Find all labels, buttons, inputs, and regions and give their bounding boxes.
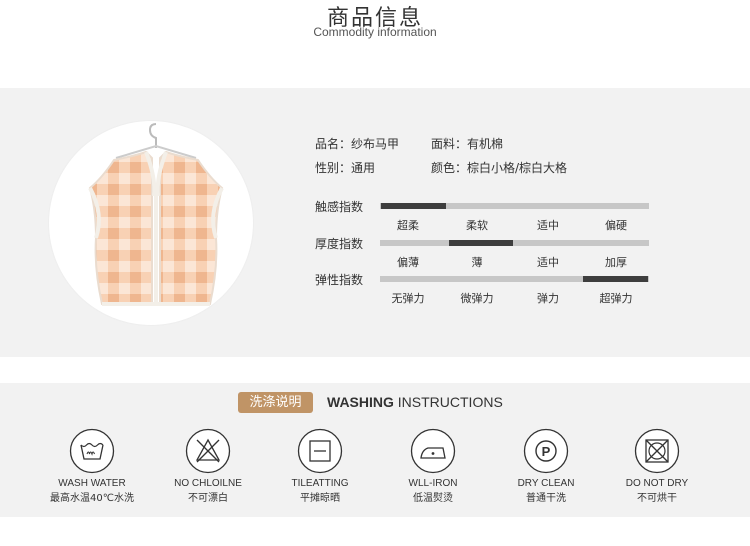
scale-softness-option: 适中 [537,219,559,232]
section-subtitle: Commodity information [313,25,437,39]
vest-garment-icon [88,123,224,306]
scale-elasticity-option: 微弹力 [460,292,494,305]
washing-title-bold: WASHING [327,394,394,410]
spec-gender-label: 性别： [315,161,352,175]
care-item-en: DRY CLEAN [517,478,575,489]
spec-gender: 性别：通用 [315,159,375,176]
washing-badge: 洗涤说明 [238,392,313,413]
low-iron-icon [410,428,456,474]
scale-thickness-bar [380,240,649,246]
dry-clean-icon: P [523,428,569,474]
no-tumble-dry-icon [634,428,680,474]
scale-elasticity-option: 无弹力 [391,292,425,305]
care-item-cn: 低温熨烫 [413,493,453,504]
wash-water-icon [69,428,115,474]
care-item-cn: 最高水温40℃水洗 [50,493,134,504]
washing-instructions-panel: 洗涤说明 WASHING INSTRUCTIONS WASH WATER 最高水… [0,383,750,517]
care-item-cn: 普通干洗 [526,493,566,504]
care-item-en: WASH WATER [58,478,126,489]
care-item-no-dry: DO NOT DRY 不可烘干 [602,428,712,504]
care-item-low-iron: WLL-IRON 低温熨烫 [378,428,488,504]
scale-softness-option: 柔软 [466,219,488,232]
product-info-panel: 品名：纱布马甲 面料：有机棉 性别：通用 颜色：棕白小格/棕白大格 触感指数 超… [0,88,750,357]
spec-fabric-value: 有机棉 [467,137,504,151]
scale-softness-option: 超柔 [397,219,419,232]
spec-fabric-label: 面料： [431,137,468,151]
scale-softness-bar [380,203,649,209]
flat-dry-icon [297,428,343,474]
scale-elasticity-option: 超弹力 [599,292,633,305]
scale-thickness-option: 适中 [537,256,559,269]
scale-softness-label: 触感指数 [315,200,364,214]
spec-gender-value: 通用 [351,161,376,175]
care-item-flat-dry: TILEATTING 平摊晾晒 [265,428,375,504]
care-item-en: TILEATTING [291,478,349,489]
scale-thickness-fill [448,240,514,246]
scale-elasticity-option: 弹力 [537,292,559,305]
care-item-no-bleach: NO CHLOILNE 不可漂白 [153,428,263,504]
no-bleach-icon [185,428,231,474]
spec-color-label: 颜色： [431,161,468,175]
scale-thickness-option: 偏薄 [397,256,419,269]
scale-elasticity-label: 弹性指数 [315,273,364,287]
care-item-dry-clean: P DRY CLEAN 普通干洗 [491,428,601,504]
section-header: 商品信息 Commodity information [0,0,750,88]
spec-name: 品名：纱布马甲 [315,135,399,152]
care-item-en: NO CHLOILNE [174,478,242,489]
washing-title-rest: INSTRUCTIONS [393,394,503,410]
scale-elasticity-bar [380,276,649,282]
svg-text:P: P [542,444,551,459]
care-item-en: DO NOT DRY [625,478,689,489]
spec-name-value: 纱布马甲 [351,137,400,151]
care-item-en: WLL-IRON [408,478,458,489]
care-item-wash: WASH WATER 最高水温40℃水洗 [37,428,147,504]
washing-title: WASHING INSTRUCTIONS [327,394,503,410]
scale-thickness-option: 薄 [471,256,483,269]
spec-fabric: 面料：有机棉 [431,135,503,152]
spec-color: 颜色：棕白小格/棕白大格 [431,159,567,176]
scale-thickness-option: 加厚 [605,256,627,269]
spec-name-label: 品名： [315,137,352,151]
care-item-cn: 平摊晾晒 [300,493,340,504]
scale-softness-fill [381,203,446,209]
scale-thickness-label: 厚度指数 [315,237,364,251]
care-item-cn: 不可漂白 [188,493,228,504]
scale-softness-option: 偏硬 [605,219,627,232]
care-item-cn: 不可烘干 [637,493,677,504]
scale-elasticity-fill [583,276,648,282]
spec-color-value: 棕白小格/棕白大格 [467,161,568,175]
